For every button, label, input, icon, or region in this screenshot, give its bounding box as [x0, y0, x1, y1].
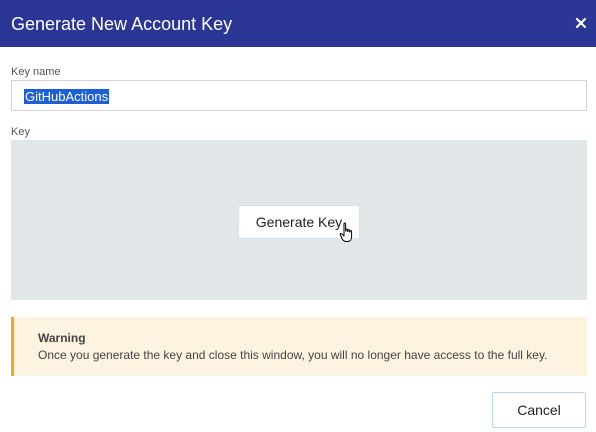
warning-message: Once you generate the key and close this… — [38, 348, 548, 362]
dialog-header: Generate New Account Key — [0, 0, 596, 47]
key-name-label: Key name — [11, 66, 61, 78]
key-label: Key — [11, 126, 30, 138]
key-name-input[interactable]: GitHubActions — [11, 80, 587, 111]
warning-title: Warning — [38, 331, 86, 345]
generate-key-dialog: Generate New Account Key Key name GitHub… — [0, 0, 596, 432]
dialog-title: Generate New Account Key — [11, 14, 233, 34]
key-name-value: GitHubActions — [24, 89, 110, 104]
close-icon[interactable] — [574, 14, 588, 32]
cancel-button[interactable]: Cancel — [492, 392, 586, 428]
hand-pointer-cursor-icon — [339, 222, 357, 244]
warning-banner: Warning Once you generate the key and cl… — [11, 317, 587, 376]
